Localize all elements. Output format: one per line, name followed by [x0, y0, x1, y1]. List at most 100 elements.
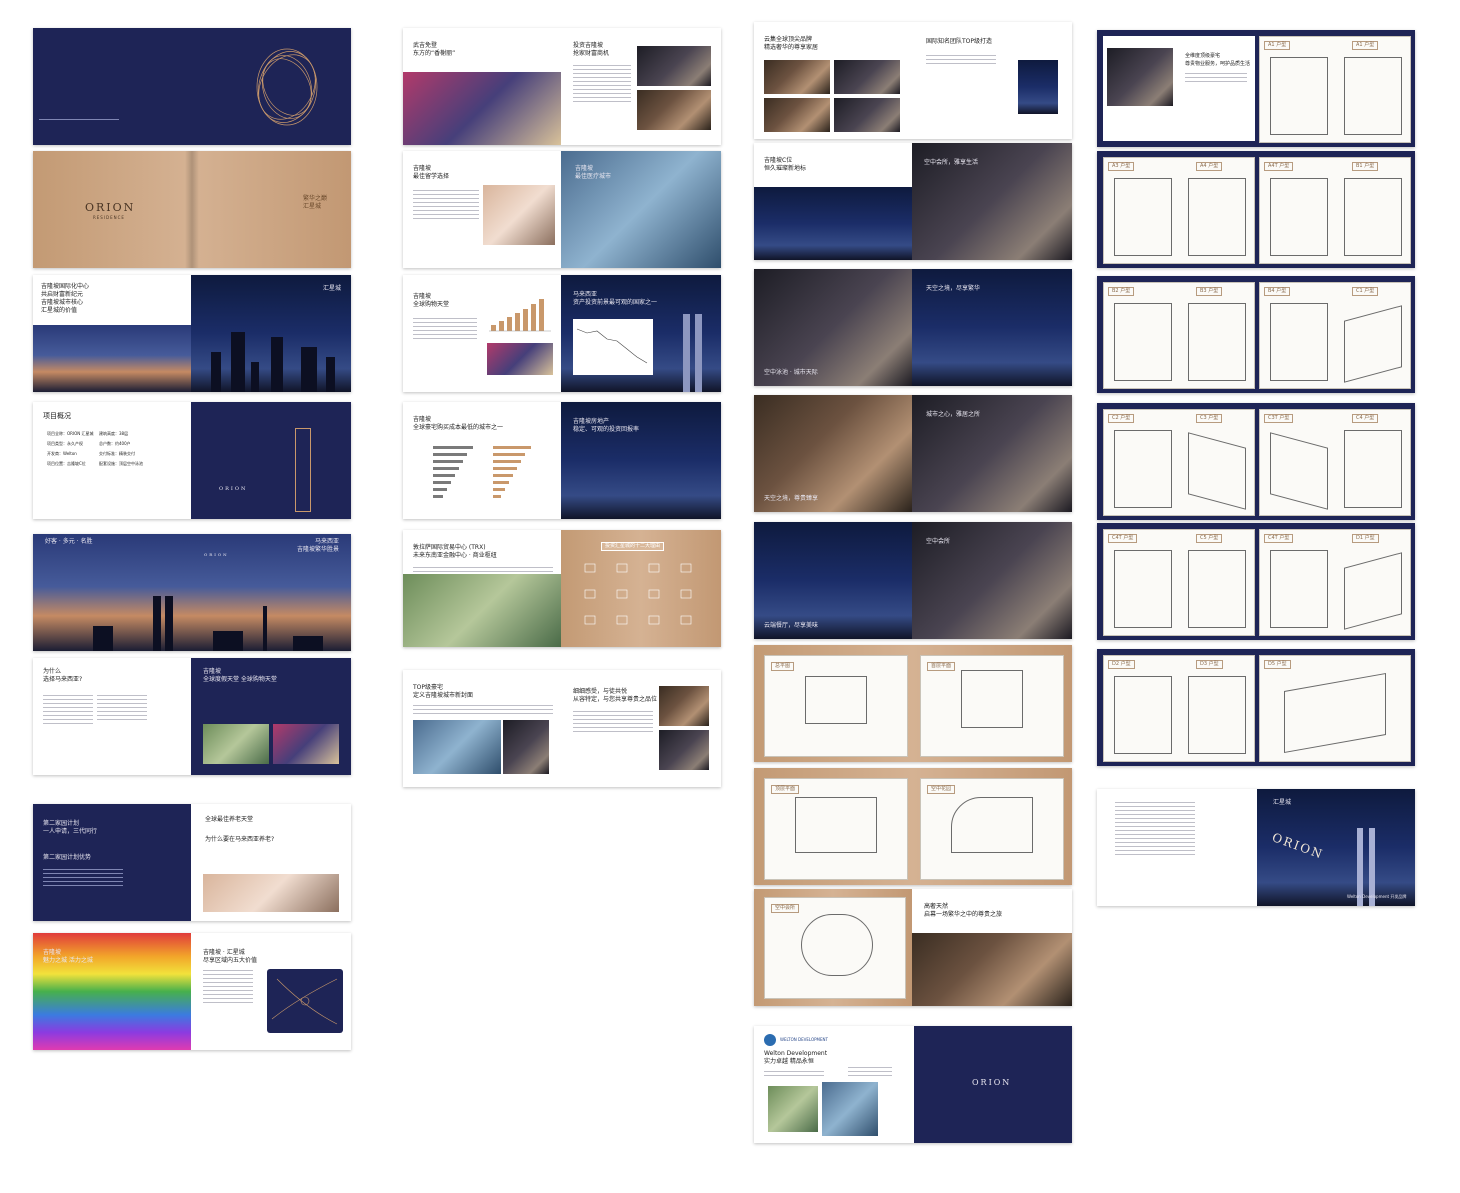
- site-plan-left: 总平图: [764, 655, 908, 757]
- prestige-photo-1: [659, 686, 709, 726]
- plan-building: [795, 797, 877, 853]
- spread-sky-dining: 云端餐厅，尽享美味 空中会所: [754, 522, 1072, 639]
- luxury-title: TOP级豪宅 定义吉隆坡城市新封面: [413, 684, 474, 699]
- spread-project-overview: 项目概况 项目全称：ORION 汇星城 项目类型：永久产权 开发商：Welton…: [33, 402, 351, 519]
- spread-top-luxury: TOP级豪宅 定义吉隆坡城市新封面 细细感受，与徒共悦 从容特定，与您共享尊贵之…: [403, 670, 721, 787]
- plan-label-C4: C4 户型: [1352, 414, 1379, 423]
- plan-room: [1270, 57, 1328, 135]
- shopping-title: 吉隆坡 全球购物天堂: [413, 293, 450, 308]
- sky-club-plan-panel: 空中会所: [754, 889, 912, 1006]
- spread-site-plan-2: 顶层平面 空中花园: [754, 768, 1072, 885]
- sky-lounge-title: 空中会所: [926, 538, 951, 545]
- spread-landmark: 吉隆坡C位 恒久璀璨新地标 空中会所，雅享生活: [754, 143, 1072, 260]
- plan-room: [1344, 305, 1402, 383]
- mall-photo: [487, 343, 553, 375]
- reasons-title: 投资汇星城的十二大理由: [601, 542, 665, 551]
- plan-label-D2: D2 户型: [1108, 660, 1135, 669]
- plan-room: [1344, 178, 1402, 256]
- ground-plan-tag: 首层平面: [927, 662, 956, 671]
- investment-title: 马来西亚 资产投资前景最可观的国家之一: [573, 291, 658, 306]
- prestige-photo-2: [659, 730, 709, 770]
- overview-item-1: 项目全称：ORION 汇星城: [47, 431, 94, 436]
- plan-label-A1: A1 户型: [1264, 41, 1291, 50]
- plan-building: [951, 797, 1033, 853]
- floorplan-A1: A1 户型 A1 户型: [1259, 36, 1411, 143]
- orion-ring-logo: [256, 48, 318, 126]
- plan-label-B1: B1 户型: [1352, 162, 1379, 171]
- retire-sub: 为什么要在马来西亚养老?: [205, 836, 275, 843]
- values-lines: [203, 967, 253, 1006]
- sky-club-tag: 空中会所: [771, 904, 800, 913]
- spread-brands: 云集全球顶尖品牌 精选奢华的尊享家居 国际知名团队TOP级打造: [754, 22, 1072, 139]
- brands-photo-4: [834, 98, 900, 132]
- site-plan-right: 首层平面: [920, 655, 1064, 757]
- why-right-panel: 吉隆坡 全球度假天堂 全球购物天堂: [191, 658, 351, 775]
- students-photo: [483, 185, 555, 245]
- spread-vibrant-city: 吉隆坡 魅力之城 活力之城 吉隆坡 · 汇星城 尽享区域内五大价值: [33, 933, 351, 1050]
- floorplan-A4T-B1: A4T 户型 B1 户型: [1259, 157, 1411, 264]
- medical-title: 吉隆坡 最佳医疗城市: [575, 165, 612, 180]
- spread-shopping-investment: 吉隆坡 全球购物天堂 马来西亚 资产投资前景最可观的国家之一: [403, 275, 721, 392]
- plan-label-D3: D3 户型: [1196, 660, 1223, 669]
- shopping-photo: [273, 724, 339, 764]
- developer-lines: [764, 1068, 824, 1079]
- mm2h-lines: [43, 866, 123, 889]
- floorplan-C4T-C5: C4T 户型 C5 户型: [1103, 529, 1255, 636]
- plan-label-C4T: C4T 户型: [1108, 534, 1138, 543]
- plan-label-C4T-b: C4T 户型: [1264, 534, 1294, 543]
- cost-hbar-chart: [433, 446, 531, 498]
- spread-property-cost: 吉隆坡 全球豪宅购买成本最低的城市之一 吉隆坡房地产 稳定、可观的投资回报率: [403, 402, 721, 519]
- overview-title: 项目概况: [43, 412, 71, 420]
- floorplan-B2-B3: B2 户型 B3 户型: [1103, 282, 1255, 389]
- lobby-photo: [503, 720, 549, 774]
- spread-kl-sunset: 好客 · 多元 · 名胜 ORION 马来西亚 吉隆坡繁华胜景: [33, 534, 351, 651]
- overview-item-6: 总户数：约400户: [99, 441, 131, 446]
- invest-lines: [573, 62, 631, 105]
- page-fold: [185, 151, 199, 268]
- bintang-title: 武吉免登 东方的“香榭丽”: [413, 42, 456, 57]
- cover-text-lines: [39, 116, 119, 123]
- service-lines: [1185, 70, 1247, 85]
- overview-right-panel: ORION: [191, 402, 351, 519]
- overview-item-7: 交付标准：精装交付: [99, 451, 135, 456]
- spread-sky-club: 空中会所 高奢天然 启幕一场繁华之中的尊贵之旅: [754, 889, 1072, 1006]
- city-panorama-photo: [33, 325, 191, 392]
- tower-outline: [295, 428, 311, 512]
- trx-title: 敦拉萨国际贸易中心 (TRX) 未来东南亚金融中心 · 商业枢纽: [413, 544, 497, 559]
- plan-room: [1188, 178, 1246, 256]
- sky-dining-title: 云端餐厅，尽享美味: [764, 622, 819, 629]
- education-lines: [413, 187, 479, 222]
- spread-site-plan-1: 总平图 首层平面: [754, 645, 1072, 762]
- plan-room: [1114, 550, 1172, 628]
- trx-aerial-photo: [403, 574, 561, 647]
- skyline-silhouette: [191, 322, 351, 392]
- sky-club-photo: [912, 933, 1072, 1006]
- roi-title: 吉隆坡房地产 稳定、可观的投资回报率: [573, 418, 640, 433]
- spec-table-lines: [1115, 799, 1195, 858]
- plan-label-B3: B3 户型: [1196, 287, 1223, 296]
- garden-plan: 空中花园: [920, 778, 1064, 880]
- spread-final: ORION 汇星城 Welton Development 开发品牌: [1097, 789, 1415, 906]
- spread-why-malaysia: 为什么 选择马来西亚? 吉隆坡 全球度假天堂 全球购物天堂: [33, 658, 351, 775]
- kl-skyline: [33, 591, 351, 651]
- orion-wordmark-small: ORION: [204, 552, 229, 557]
- floorplan-B4-C1: B4 户型 C1 户型: [1259, 282, 1411, 389]
- plan-room: [1270, 178, 1328, 256]
- spread-developer: WELTON DEVELOPMENT Welton Development 实力…: [754, 1026, 1072, 1143]
- spread-sky-garden: 天空之境，尊贵臻享 城市之心，雅居之所: [754, 395, 1072, 512]
- service-page: 全维度顶级豪宅 尊贵物业服务，呵护品质生活: [1103, 36, 1255, 141]
- floorplan-D5: D5 户型: [1259, 655, 1411, 762]
- developer-lines-2: [848, 1064, 892, 1079]
- service-title: 全维度顶级豪宅 尊贵物业服务，呵护品质生活: [1185, 53, 1251, 67]
- education-title: 吉隆坡 最佳留学选择: [413, 165, 450, 180]
- plan-label-C5: C5 户型: [1196, 534, 1223, 543]
- reasons-panel: 投资汇星城的十二大理由: [561, 530, 721, 647]
- developer-project-2: [822, 1082, 878, 1136]
- sky-garden-title: 天空之境，尊贵臻享: [764, 495, 819, 502]
- spread-sky-pool: 空中泳池 · 城市天际 天空之境，尽享繁华: [754, 269, 1072, 386]
- team-lines: [926, 52, 996, 67]
- plan-label-D5: D5 户型: [1264, 660, 1291, 669]
- bintang-street-photo: [403, 72, 561, 145]
- location-map: [267, 969, 343, 1033]
- plan-room: [1270, 303, 1328, 381]
